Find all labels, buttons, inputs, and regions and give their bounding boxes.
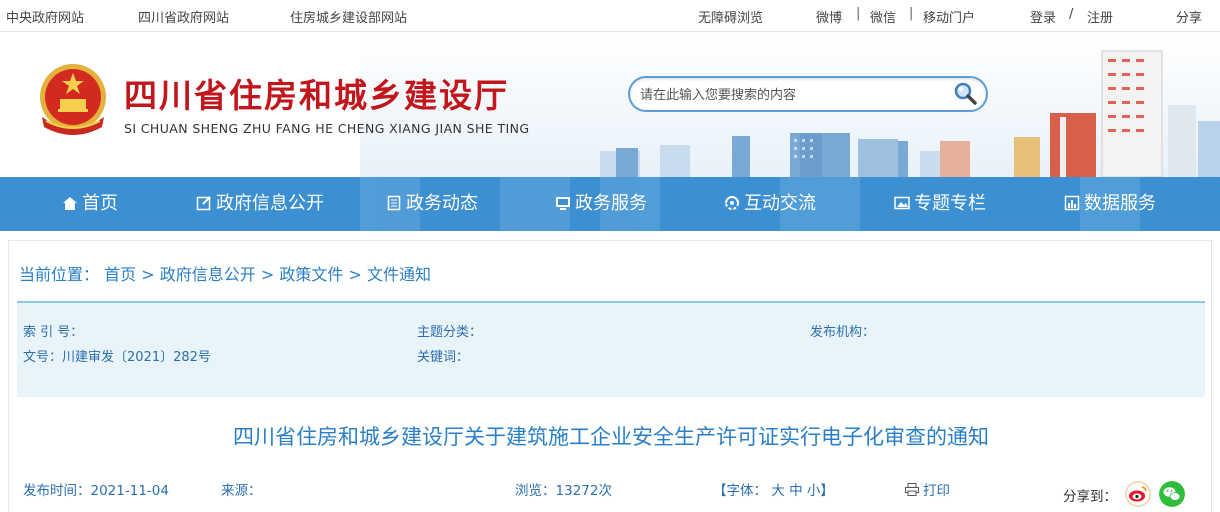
nav-interaction[interactable]: 互动交流 xyxy=(724,177,816,231)
nav-label: 政务动态 xyxy=(406,193,478,214)
article-title: 四川省住房和城乡建设厅关于建筑施工企业安全生产许可证实行电子化审查的通知 xyxy=(233,425,989,449)
search-box xyxy=(628,76,988,112)
nav-label: 政府信息公开 xyxy=(216,193,324,214)
share-link[interactable]: 分享 xyxy=(1176,7,1202,26)
index-number-label: 索 引 号： xyxy=(23,325,84,340)
breadcrumb-separator: > xyxy=(141,265,155,284)
login-link[interactable]: 登录 xyxy=(1030,7,1056,26)
breadcrumb-separator: > xyxy=(348,265,362,284)
print-label: 打印 xyxy=(923,483,950,499)
breadcrumb-home[interactable]: 首页 xyxy=(104,265,136,284)
publish-date: 发布时间：2021-11-04 xyxy=(23,483,169,499)
mobile-portal-link[interactable]: 移动门户 xyxy=(923,7,975,26)
link-central-gov[interactable]: 中央政府网站 xyxy=(6,7,84,26)
nav-label: 互动交流 xyxy=(744,193,816,214)
nav-gov-service[interactable]: 政务服务 xyxy=(555,177,647,231)
breadcrumb-separator: > xyxy=(260,265,275,284)
edit-icon xyxy=(196,196,211,211)
nav-home[interactable]: 首页 xyxy=(62,177,118,231)
site-header: 四川省住房和城乡建设厅 SI CHUAN SHENG ZHU FANG HE C… xyxy=(0,33,1220,177)
nav-special-topics[interactable]: 专题专栏 xyxy=(894,177,986,231)
main-nav: 首页 政府信息公开 政务动态 政务服务 互动交流 专题专栏 数据服务 xyxy=(0,177,1220,231)
link-sichuan-gov[interactable]: 四川省政府网站 xyxy=(138,7,229,26)
wechat-link[interactable]: 微信 xyxy=(870,7,896,26)
divider: | xyxy=(909,6,914,21)
content-panel: 当前位置： 首页 > 政府信息公开 > 政策文件 > 文件通知 索 引 号： 主… xyxy=(8,240,1212,512)
breadcrumb: 当前位置： 首页 > 政府信息公开 > 政策文件 > 文件通知 xyxy=(19,261,431,285)
document-number: 文号：川建审发〔2021〕282号 xyxy=(23,350,211,365)
chart-icon xyxy=(1064,195,1080,211)
image-icon xyxy=(894,196,910,210)
nav-label: 数据服务 xyxy=(1084,193,1156,214)
divider: | xyxy=(856,6,861,21)
font-size-switcher[interactable]: 【字体： 大 中 小】 xyxy=(713,479,834,499)
keywords-label: 关键词： xyxy=(417,350,470,365)
publisher-label: 发布机构： xyxy=(810,325,876,340)
register-link[interactable]: 注册 xyxy=(1087,7,1113,26)
print-button[interactable]: 打印 xyxy=(905,479,950,499)
home-icon xyxy=(63,197,77,210)
search-icon[interactable] xyxy=(952,81,978,107)
breadcrumb-policy-docs[interactable]: 政策文件 xyxy=(279,265,343,284)
breadcrumb-gov-info[interactable]: 政府信息公开 xyxy=(160,265,256,284)
breadcrumb-label: 当前位置： xyxy=(19,265,100,284)
printer-icon xyxy=(905,483,919,496)
national-emblem-icon xyxy=(40,64,106,135)
nav-gov-info[interactable]: 政府信息公开 xyxy=(196,177,324,231)
document-icon xyxy=(387,195,401,211)
site-subtitle-pinyin: SI CHUAN SHENG ZHU FANG HE CHENG XIANG J… xyxy=(124,121,530,136)
nav-label: 政务服务 xyxy=(575,193,647,214)
topic-category-label: 主题分类： xyxy=(417,325,483,340)
site-title: 四川省住房和城乡建设厅 xyxy=(124,76,509,115)
weibo-icon[interactable] xyxy=(1125,481,1151,507)
nav-label: 首页 xyxy=(82,193,118,214)
source-label: 来源： xyxy=(221,483,262,499)
login-register-separator: / xyxy=(1069,7,1074,22)
search-input[interactable] xyxy=(640,85,940,105)
weibo-link[interactable]: 微博 xyxy=(816,7,842,26)
top-bar: 中央政府网站 四川省政府网站 住房城乡建设部网站 无障碍浏览 微博 | 微信 |… xyxy=(0,0,1220,32)
accessible-browse-link[interactable]: 无障碍浏览 xyxy=(698,7,763,26)
link-mohurd[interactable]: 住房城乡建设部网站 xyxy=(290,7,407,26)
wechat-icon[interactable] xyxy=(1159,481,1185,507)
breadcrumb-notices[interactable]: 文件通知 xyxy=(367,265,431,284)
document-meta-box: 索 引 号： 主题分类： 发布机构： 文号：川建审发〔2021〕282号 关键词… xyxy=(17,301,1205,397)
share-to-label: 分享到： xyxy=(1063,489,1117,505)
nav-label: 专题专栏 xyxy=(914,193,986,214)
interaction-icon xyxy=(725,196,739,210)
view-count: 浏览：13272次 xyxy=(515,483,612,499)
monitor-icon xyxy=(556,197,570,210)
nav-gov-news[interactable]: 政务动态 xyxy=(386,177,478,231)
nav-data-service[interactable]: 数据服务 xyxy=(1064,177,1156,231)
